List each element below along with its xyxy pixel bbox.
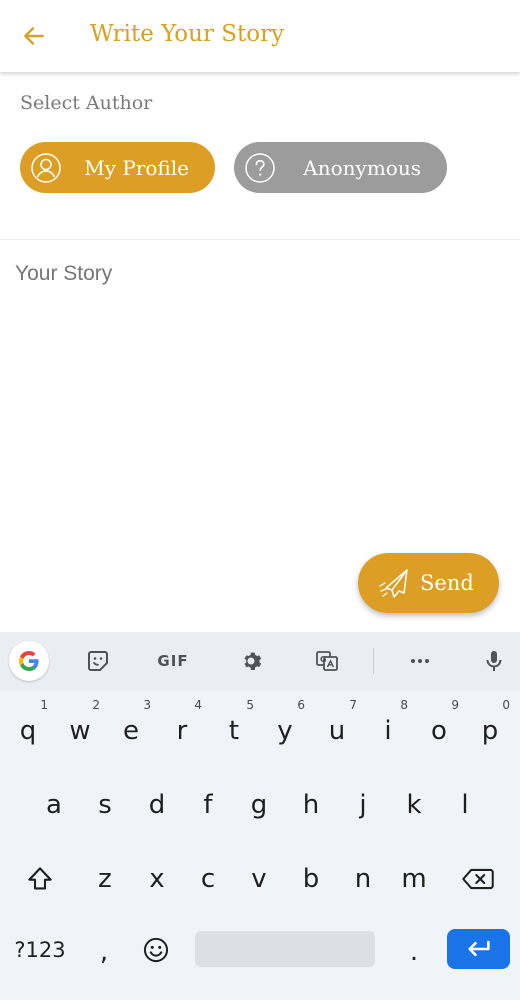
key-i[interactable]: i8 — [364, 698, 412, 760]
divider — [0, 239, 520, 240]
author-option-anonymous[interactable]: Anonymous — [234, 142, 447, 193]
soft-keyboard: GIF G q 1 w 2 e 3 r 4 t 5 y 6 u 7 i 8 o … — [0, 632, 520, 1000]
voice-input-button[interactable] — [474, 641, 514, 681]
more-icon — [411, 659, 429, 663]
select-author-label: Select Author — [20, 92, 153, 114]
author-option-my-profile[interactable]: My Profile — [20, 142, 215, 193]
key-x[interactable]: x — [133, 850, 181, 908]
user-circle-icon — [30, 152, 62, 184]
translate-icon: G — [316, 651, 338, 671]
key-v[interactable]: v — [235, 850, 283, 908]
enter-icon — [467, 940, 490, 957]
arrow-left-icon — [24, 27, 44, 45]
sticker-button[interactable] — [78, 641, 118, 681]
key-b[interactable]: b — [287, 850, 335, 908]
back-button[interactable] — [14, 16, 54, 56]
keyboard-toolbar: GIF G — [0, 632, 520, 690]
key-j[interactable]: j — [339, 776, 387, 834]
story-input[interactable] — [15, 262, 505, 542]
shift-icon — [28, 867, 52, 890]
author-option-label: My Profile — [84, 155, 189, 180]
backspace-icon — [462, 868, 494, 890]
key-s[interactable]: s — [81, 776, 129, 834]
paper-plane-icon — [376, 565, 412, 601]
toolbar-separator — [373, 648, 374, 674]
keyboard-settings-button[interactable] — [231, 641, 271, 681]
key-w[interactable]: w2 — [56, 698, 104, 760]
key-o[interactable]: o9 — [415, 698, 463, 760]
gif-button[interactable]: GIF — [153, 641, 193, 681]
app-bar: Write Your Story — [0, 0, 520, 72]
symbols-key[interactable]: ?123 — [8, 922, 72, 978]
question-circle-icon — [244, 152, 276, 184]
svg-text:G: G — [320, 655, 327, 664]
key-f[interactable]: f — [184, 776, 232, 834]
enter-key[interactable] — [447, 929, 510, 969]
author-option-label: Anonymous — [303, 155, 421, 180]
emoji-icon — [143, 937, 169, 963]
key-c[interactable]: c — [184, 850, 232, 908]
key-k[interactable]: k — [390, 776, 438, 834]
space-key[interactable] — [195, 931, 375, 967]
key-m[interactable]: m — [390, 850, 438, 908]
gear-icon — [244, 652, 262, 670]
key-t[interactable]: t5 — [210, 698, 258, 760]
google-icon — [19, 651, 39, 671]
mic-icon — [486, 651, 502, 671]
more-options-button[interactable] — [400, 641, 440, 681]
key-u[interactable]: u7 — [313, 698, 361, 760]
key-n[interactable]: n — [339, 850, 387, 908]
key-r[interactable]: r4 — [158, 698, 206, 760]
key-d[interactable]: d — [133, 776, 181, 834]
key-y[interactable]: y6 — [261, 698, 309, 760]
gif-label: GIF — [157, 652, 189, 670]
page-title: Write Your Story — [90, 21, 285, 47]
key-a[interactable]: a — [30, 776, 78, 834]
google-button[interactable] — [9, 641, 49, 681]
backspace-key[interactable] — [450, 850, 506, 908]
comma-key[interactable]: , — [82, 924, 126, 980]
key-p[interactable]: p0 — [466, 698, 514, 760]
key-z[interactable]: z — [81, 850, 129, 908]
key-l[interactable]: l — [441, 776, 489, 834]
sticker-icon — [88, 651, 108, 671]
key-h[interactable]: h — [287, 776, 335, 834]
shift-key[interactable] — [12, 850, 68, 908]
period-key[interactable]: . — [392, 924, 436, 980]
key-e[interactable]: e3 — [107, 698, 155, 760]
send-label: Send — [420, 571, 474, 595]
translate-button[interactable]: G — [307, 641, 347, 681]
key-q[interactable]: q1 — [4, 698, 52, 760]
key-g[interactable]: g — [235, 776, 283, 834]
send-button[interactable]: Send — [358, 553, 499, 613]
emoji-key[interactable] — [133, 922, 179, 978]
